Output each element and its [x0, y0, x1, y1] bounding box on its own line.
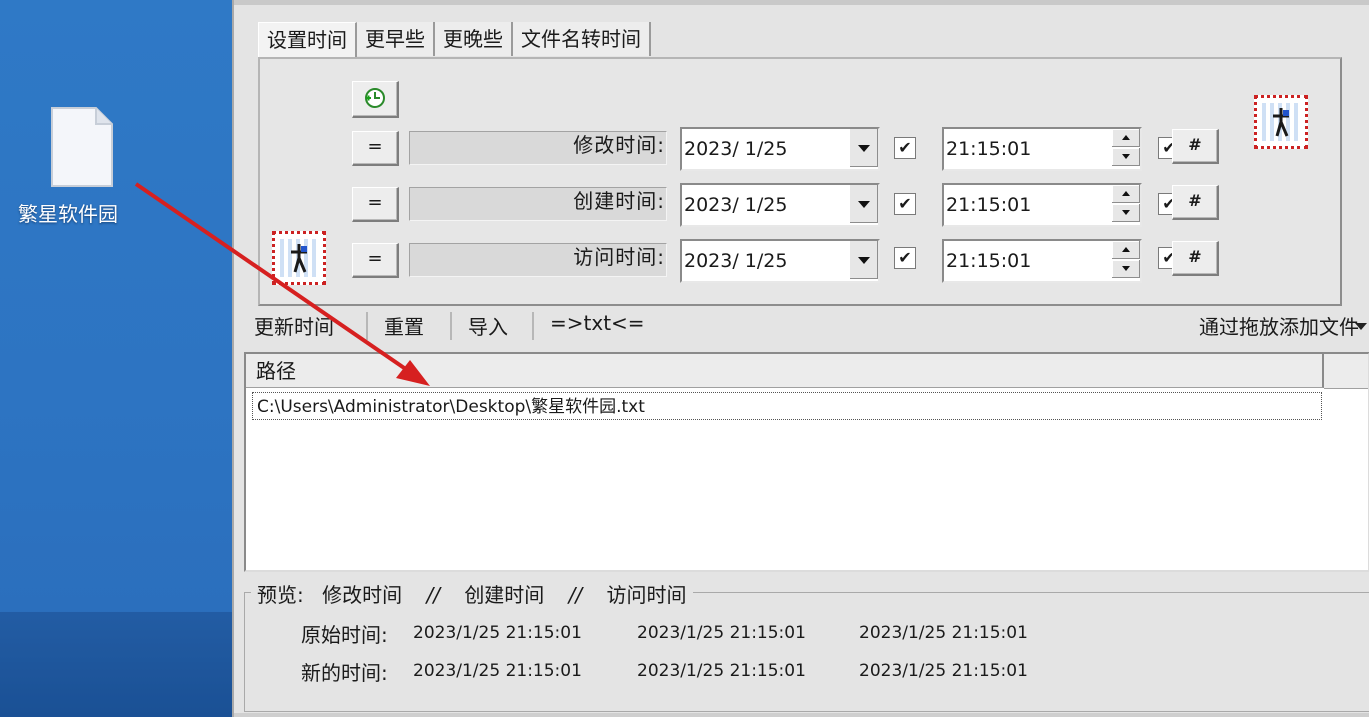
modify-equal-button[interactable]: = — [352, 131, 399, 166]
create-time-label: 创建时间: — [573, 189, 665, 213]
create-date-value: 2023/ 1/25 — [684, 194, 788, 216]
new-modify-value: 2023/1/25 21:15:01 — [413, 661, 582, 681]
tab-set-time[interactable]: 设置时间 — [258, 22, 357, 59]
app-window: 设置时间 更早些 更晚些 文件名转时间 = 修改时间: 2023/ 1/25 ✔… — [232, 0, 1369, 717]
modify-time-label: 修改时间: — [573, 133, 665, 157]
modify-date-combo[interactable]: 2023/ 1/25 — [680, 127, 880, 171]
time-settings-panel: = 修改时间: 2023/ 1/25 ✔ 21:15:01 ✔ # = 创建时间… — [258, 57, 1342, 306]
modify-date-checkbox[interactable]: ✔ — [894, 137, 916, 159]
original-modify-value: 2023/1/25 21:15:01 — [413, 623, 582, 643]
tab-earlier[interactable]: 更早些 — [357, 22, 435, 56]
access-time-label: 访问时间: — [573, 245, 665, 269]
tab-bar: 设置时间 更早些 更晚些 文件名转时间 — [258, 22, 651, 59]
list-header-filler — [1324, 354, 1368, 389]
preview-label: 预览: — [257, 583, 304, 607]
spin-down-icon[interactable] — [1112, 204, 1140, 222]
modify-hash-button[interactable]: # — [1172, 129, 1219, 164]
create-date-checkbox[interactable]: ✔ — [894, 193, 916, 215]
new-create-value: 2023/1/25 21:15:01 — [637, 661, 806, 681]
text-file-icon[interactable] — [50, 106, 114, 188]
drag-add-files-menu[interactable]: 通过拖放添加文件 — [1199, 311, 1367, 340]
access-time-value: 21:15:01 — [946, 250, 1032, 272]
spin-up-icon[interactable] — [1112, 241, 1140, 259]
drag-add-files-label: 通过拖放添加文件 — [1199, 315, 1359, 339]
original-time-label: 原始时间: — [301, 623, 388, 647]
spin-down-icon[interactable] — [1112, 148, 1140, 166]
modify-date-value: 2023/ 1/25 — [684, 138, 788, 160]
spin-up-icon[interactable] — [1112, 185, 1140, 203]
clock-add-icon — [365, 88, 385, 108]
original-create-value: 2023/1/25 21:15:01 — [637, 623, 806, 643]
create-date-combo[interactable]: 2023/ 1/25 — [680, 183, 880, 227]
preview-col-modify: 修改时间 — [322, 583, 403, 607]
access-equal-button[interactable]: = — [352, 243, 399, 278]
desktop-file-label[interactable]: 繁星软件园 — [18, 198, 148, 227]
export-txt-button[interactable]: =>txt<= — [550, 311, 645, 335]
window-bottom-edge — [234, 713, 1369, 717]
tab-filename-to-time[interactable]: 文件名转时间 — [513, 22, 651, 56]
preview-col-create: 创建时间 — [464, 583, 545, 607]
add-time-button[interactable] — [352, 81, 399, 118]
tab-later[interactable]: 更晚些 — [435, 22, 513, 56]
reset-button[interactable]: 重置 — [384, 311, 424, 340]
new-access-value: 2023/1/25 21:15:01 — [859, 661, 1028, 681]
file-list[interactable]: 路径 C:\Users\Administrator\Desktop\繁星软件园.… — [244, 352, 1369, 572]
preview-separator: // — [426, 583, 440, 607]
create-hash-button[interactable]: # — [1172, 185, 1219, 220]
original-access-value: 2023/1/25 21:15:01 — [859, 623, 1028, 643]
list-item[interactable]: C:\Users\Administrator\Desktop\繁星软件园.txt — [252, 392, 1322, 420]
chevron-down-icon[interactable] — [849, 241, 878, 279]
create-equal-button[interactable]: = — [352, 187, 399, 222]
modify-time-spinner[interactable]: 21:15:01 — [942, 127, 1142, 171]
access-time-spinner[interactable]: 21:15:01 — [942, 239, 1142, 283]
calendar-icon[interactable] — [272, 231, 326, 285]
import-button[interactable]: 导入 — [468, 311, 508, 340]
spin-up-icon[interactable] — [1112, 129, 1140, 147]
action-toolbar: 更新时间 重置 导入 =>txt<= 通过拖放添加文件 — [252, 308, 1369, 344]
access-date-checkbox[interactable]: ✔ — [894, 247, 916, 269]
access-date-value: 2023/ 1/25 — [684, 250, 788, 272]
modify-time-value: 21:15:01 — [946, 138, 1032, 160]
create-time-spinner[interactable]: 21:15:01 — [942, 183, 1142, 227]
window-top-edge — [234, 0, 1369, 5]
preview-legend: 预览: 修改时间 // 创建时间 // 访问时间 — [251, 579, 693, 608]
path-column-header[interactable]: 路径 — [246, 354, 1324, 388]
taskbar-shadow — [0, 612, 232, 717]
access-date-combo[interactable]: 2023/ 1/25 — [680, 239, 880, 283]
preview-col-access: 访问时间 — [606, 583, 687, 607]
calendar-icon[interactable] — [1254, 95, 1308, 149]
new-time-label: 新的时间: — [301, 661, 388, 685]
chevron-down-icon[interactable] — [849, 185, 878, 223]
access-hash-button[interactable]: # — [1172, 241, 1219, 276]
create-time-value: 21:15:01 — [946, 194, 1032, 216]
chevron-down-icon — [1355, 323, 1367, 330]
update-time-button[interactable]: 更新时间 — [254, 311, 334, 340]
desktop-background: 繁星软件园 — [0, 0, 232, 717]
preview-separator: // — [568, 583, 583, 607]
spin-down-icon[interactable] — [1112, 260, 1140, 278]
preview-group: 预览: 修改时间 // 创建时间 // 访问时间 原始时间: 2023/1/25… — [244, 579, 1369, 712]
chevron-down-icon[interactable] — [849, 129, 878, 167]
